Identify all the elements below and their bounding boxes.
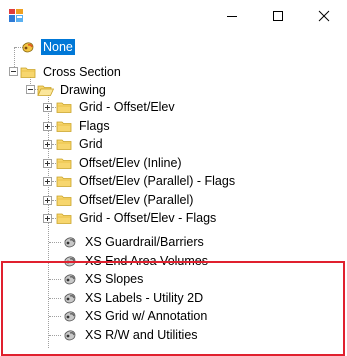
collapse-toggle[interactable] [9,67,18,76]
expand-toggle[interactable] [43,196,52,205]
tree-folder-item[interactable]: Grid - Offset/Elev [56,98,177,116]
tree-item-cross-section[interactable]: Cross Section [20,63,123,81]
tree-connector [14,47,16,67]
tree-item-label: Offset/Elev (Parallel) - Flags [79,174,236,188]
highlight-annotation-box [1,261,345,356]
tree-folder-item[interactable]: Grid - Offset/Elev - Flags [56,209,218,227]
minimize-button[interactable] [209,0,255,32]
style-icon [64,237,76,248]
tree-item-drawing[interactable]: Drawing [37,81,108,99]
tree-item-label: Flags [79,119,110,133]
tree-item-none[interactable]: None [20,38,75,56]
expand-toggle[interactable] [43,103,52,112]
tree-item-label: Offset/Elev (Parallel) [79,193,194,207]
tree-item-label: Grid - Offset/Elev - Flags [79,211,217,225]
style-picker-window: None Cross Section Drawing Grid - Offset… [0,0,347,356]
style-icon [22,42,34,53]
tree-item-label: None [41,39,75,55]
tree-folder-item[interactable]: Flags [56,117,112,135]
close-button[interactable] [301,0,347,32]
expand-toggle[interactable] [43,159,52,168]
tree-folder-item[interactable]: Offset/Elev (Inline) [56,154,184,172]
tree-item-label: Grid - Offset/Elev [79,100,175,114]
tree-item-label: Grid [79,137,103,151]
tree-folder-item[interactable]: Grid [56,135,105,153]
tree-item-label: XS Guardrail/Barriers [85,235,204,249]
tree-folder-item[interactable]: Offset/Elev (Parallel) - Flags [56,172,237,190]
folder-icon [56,102,72,113]
folder-icon [56,158,72,169]
title-bar [0,0,347,32]
folder-icon [56,176,72,187]
folder-icon [56,139,72,150]
maximize-button[interactable] [255,0,301,32]
tree-connector [49,242,61,244]
expand-toggle[interactable] [43,140,52,149]
folder-open-icon [37,85,54,96]
minimize-icon [227,16,237,17]
tree-item-label: Drawing [60,83,106,97]
folder-icon [56,121,72,132]
tree-folder-item[interactable]: Offset/Elev (Parallel) [56,191,195,209]
tree-style-item[interactable]: XS Guardrail/Barriers [62,233,206,251]
folder-icon [56,195,72,206]
folder-icon [56,213,72,224]
maximize-icon [273,11,283,21]
expand-toggle[interactable] [43,214,52,223]
collapse-toggle[interactable] [26,85,35,94]
close-icon [318,10,330,22]
folder-icon [20,67,36,78]
tree-item-label: Offset/Elev (Inline) [79,156,182,170]
expand-toggle[interactable] [43,122,52,131]
expand-toggle[interactable] [43,177,52,186]
tree-item-label: Cross Section [43,65,121,79]
app-icon [8,8,24,23]
